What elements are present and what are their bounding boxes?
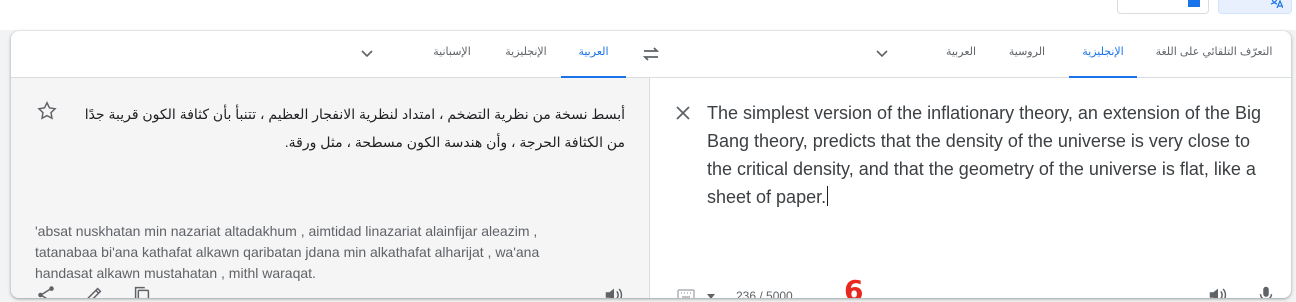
- source-tab-russian[interactable]: الروسية: [999, 31, 1055, 78]
- language-bar: الإسبانية الإنجليزية العربية العربية الر…: [11, 31, 1291, 78]
- source-tab-detect-language[interactable]: التعرّف التلقائي على اللغة: [1149, 31, 1279, 78]
- target-tab-spanish[interactable]: الإسبانية: [421, 31, 483, 78]
- translate-icon: [1269, 0, 1284, 12]
- target-tab-english[interactable]: الإنجليزية: [493, 31, 559, 78]
- source-tab-english[interactable]: الإنجليزية: [1069, 31, 1137, 78]
- clear-text-icon[interactable]: [673, 103, 693, 123]
- transliteration-text: 'absat nuskhatan min nazariat altadakhum…: [35, 223, 540, 281]
- annotation-number: 6: [844, 274, 864, 298]
- square-icon: [1188, 0, 1200, 7]
- swap-languages-icon[interactable]: [640, 43, 662, 65]
- source-panel: The simplest version of the inflationary…: [651, 78, 1291, 298]
- keyboard-icon[interactable]: [677, 288, 695, 298]
- documents-button[interactable]: [1117, 0, 1209, 14]
- translation-text: أبسط نسخة من نظرية التضخم ، امتداد لنظري…: [84, 106, 625, 150]
- copy-icon[interactable]: [131, 284, 155, 298]
- listen-source-icon[interactable]: [1207, 284, 1231, 298]
- top-strip: [0, 0, 1296, 30]
- edit-icon[interactable]: [83, 284, 107, 298]
- listen-translation-icon[interactable]: [603, 284, 627, 298]
- microphone-icon[interactable]: [1255, 284, 1279, 298]
- source-chevron-down-icon[interactable]: [874, 45, 890, 61]
- text-mode-button[interactable]: [1218, 0, 1292, 14]
- text-caret: [827, 186, 829, 206]
- source-tab-arabic[interactable]: العربية: [937, 31, 985, 78]
- target-tab-arabic[interactable]: العربية: [561, 31, 626, 78]
- translation-panel: أبسط نسخة من نظرية التضخم ، امتداد لنظري…: [11, 78, 650, 298]
- caret-down-icon[interactable]: [706, 288, 716, 298]
- star-icon[interactable]: [36, 100, 58, 122]
- source-text-input[interactable]: The simplest version of the inflationary…: [707, 99, 1267, 211]
- character-counter: 236 / 5000: [736, 289, 793, 298]
- share-icon[interactable]: [35, 284, 59, 298]
- translator-card: الإسبانية الإنجليزية العربية العربية الر…: [11, 31, 1291, 298]
- source-text: The simplest version of the inflationary…: [707, 103, 1261, 207]
- target-chevron-down-icon[interactable]: [359, 45, 375, 61]
